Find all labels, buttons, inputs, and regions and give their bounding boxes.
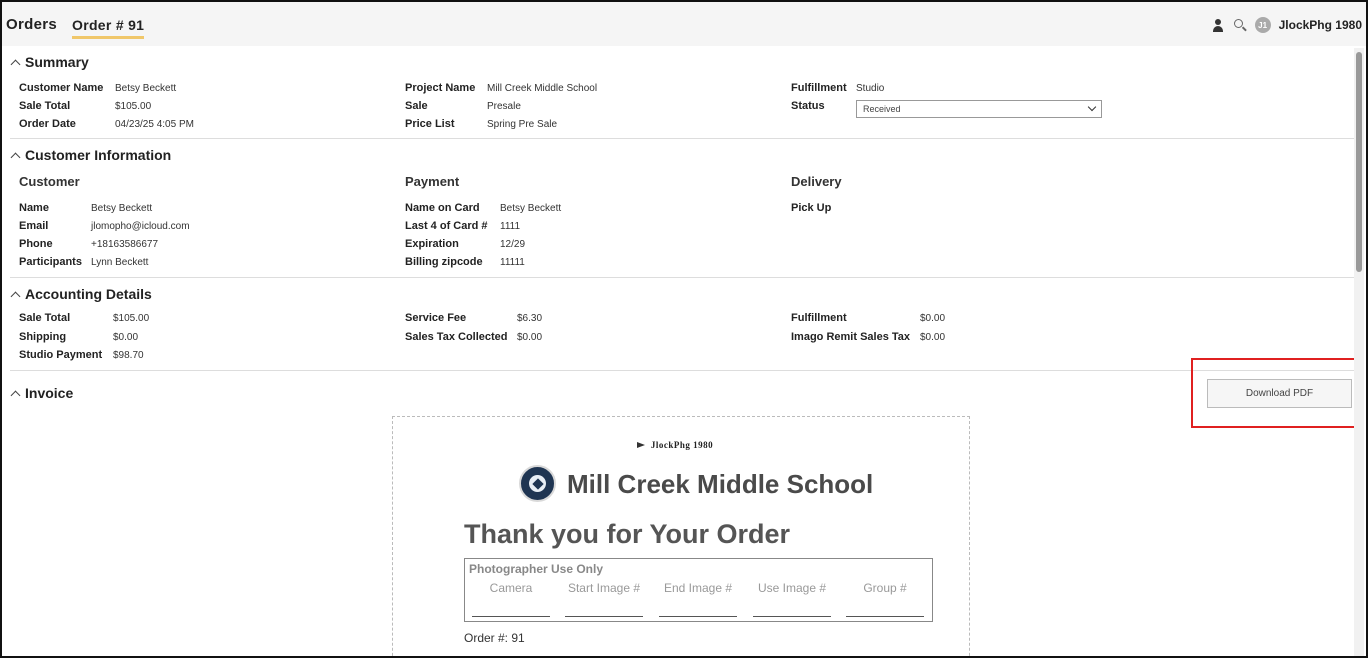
fulfillment-label: Fulfillment (791, 82, 847, 94)
invoice-school-name: Mill Creek Middle School (567, 469, 874, 499)
sale-total-value: $105.00 (115, 101, 152, 112)
collapse-caret-icon (10, 152, 21, 162)
user-icon[interactable] (1211, 18, 1225, 32)
collapse-caret-icon (10, 390, 21, 400)
photog-col-use: Use Image # (757, 581, 827, 595)
project-name-label: Project Name (405, 82, 476, 94)
name-value: Betsy Beckett (91, 203, 153, 214)
billing-zip-label: Billing zipcode (405, 256, 483, 268)
chevron-down-icon (1087, 102, 1097, 112)
fulfillment-value: Studio (856, 83, 885, 94)
project-name-value: Mill Creek Middle School (487, 83, 598, 94)
studio-payment-label: Studio Payment (19, 349, 103, 361)
username[interactable]: JlockPhg 1980 (1279, 18, 1362, 32)
collapse-caret-icon (10, 59, 21, 69)
email-value: jlomopho@icloud.com (91, 221, 190, 232)
customer-name-label: Customer Name (19, 82, 104, 94)
phone-label: Phone (19, 238, 53, 250)
customer-info-title: Customer Information (25, 147, 172, 163)
last4-value: 1111 (500, 221, 521, 232)
top-bar: Orders Order # 91 J1 JlockPhg 1980 (2, 2, 1366, 46)
delivery-heading: Delivery (791, 174, 842, 189)
name-on-card-value: Betsy Beckett (500, 203, 562, 214)
photog-line (659, 616, 737, 617)
acct-sale-total-label: Sale Total (19, 312, 71, 324)
shipping-label: Shipping (19, 331, 67, 343)
last4-label: Last 4 of Card # (405, 220, 488, 232)
accounting-section-toggle[interactable]: Accounting Details (10, 286, 152, 302)
acct-fulfillment-value: $0.00 (920, 313, 946, 324)
search-icon[interactable] (1233, 18, 1247, 32)
service-fee-label: Service Fee (405, 312, 467, 324)
payment-heading: Payment (405, 174, 460, 189)
photog-col-end: End Image # (663, 581, 733, 595)
acct-sale-total-value: $105.00 (113, 313, 150, 324)
status-selected-value: Received (863, 104, 901, 114)
invoice-order-number: Order #: 91 (464, 631, 525, 645)
photog-line (565, 616, 643, 617)
imago-remit-value: $0.00 (920, 332, 946, 343)
customer-heading: Customer (19, 174, 80, 189)
section-divider (10, 370, 1354, 371)
section-divider (10, 138, 1354, 139)
photog-line (846, 616, 924, 617)
photog-line (753, 616, 831, 617)
order-date-value: 04/23/25 4:05 PM (115, 119, 194, 130)
photog-col-camera: Camera (489, 581, 533, 595)
price-list-value: Spring Pre Sale (487, 119, 558, 130)
invoice-title: Invoice (25, 385, 74, 401)
summary-title: Summary (25, 54, 89, 70)
collapse-caret-icon (10, 291, 21, 301)
sale-label: Sale (405, 100, 428, 112)
invoice-thanks-heading: Thank you for Your Order (464, 519, 791, 549)
invoice-studio-name: JlockPhg 1980 (650, 440, 714, 450)
vertical-scrollbar[interactable] (1354, 48, 1364, 656)
invoice-preview: JlockPhg 1980 Mill Creek Middle School T… (392, 416, 970, 656)
imago-remit-label: Imago Remit Sales Tax (791, 331, 911, 343)
name-label: Name (19, 202, 49, 214)
invoice-section-toggle[interactable]: Invoice (10, 385, 74, 401)
phone-value: +18163586677 (91, 239, 159, 250)
accounting-title: Accounting Details (25, 286, 152, 302)
sales-tax-label: Sales Tax Collected (405, 331, 508, 343)
top-right-controls: J1 JlockPhg 1980 (1211, 17, 1362, 33)
download-pdf-button[interactable]: Download PDF (1207, 379, 1352, 408)
photographer-use-title: Photographer Use Only (469, 562, 604, 576)
expiration-label: Expiration (405, 238, 459, 250)
delivery-method: Pick Up (791, 202, 832, 214)
scrollbar-thumb[interactable] (1356, 52, 1362, 272)
customer-name-value: Betsy Beckett (115, 83, 177, 94)
section-divider (10, 277, 1354, 278)
name-on-card-label: Name on Card (405, 202, 480, 214)
photographer-use-box: Photographer Use Only Camera Start Image… (464, 558, 933, 622)
studio-payment-value: $98.70 (113, 350, 144, 361)
status-label: Status (791, 100, 825, 112)
photog-line (472, 616, 550, 617)
summary-section-toggle[interactable]: Summary (10, 54, 89, 70)
order-date-label: Order Date (19, 118, 76, 130)
photog-col-group: Group # (863, 581, 907, 595)
expiration-value: 12/29 (500, 239, 526, 250)
status-select[interactable]: Received (856, 100, 1102, 118)
sale-total-label: Sale Total (19, 100, 71, 112)
sales-tax-value: $0.00 (517, 332, 543, 343)
sale-value: Presale (487, 101, 521, 112)
billing-zip-value: 11111 (500, 257, 525, 268)
customer-info-section-toggle[interactable]: Customer Information (10, 147, 172, 163)
shipping-value: $0.00 (113, 332, 139, 343)
avatar[interactable]: J1 (1254, 17, 1271, 33)
order-tab[interactable]: Order # 91 (72, 17, 145, 39)
participants-label: Participants (19, 256, 82, 268)
photog-col-start: Start Image # (567, 581, 641, 595)
app-window: Orders Order # 91 J1 JlockPhg 1980 Summa… (0, 0, 1368, 658)
email-label: Email (19, 220, 49, 232)
acct-fulfillment-label: Fulfillment (791, 312, 847, 324)
school-logo-icon (519, 465, 556, 502)
price-list-label: Price List (405, 118, 455, 130)
service-fee-value: $6.30 (517, 313, 543, 324)
orders-tab[interactable]: Orders (6, 16, 57, 33)
participants-value: Lynn Beckett (91, 257, 149, 268)
